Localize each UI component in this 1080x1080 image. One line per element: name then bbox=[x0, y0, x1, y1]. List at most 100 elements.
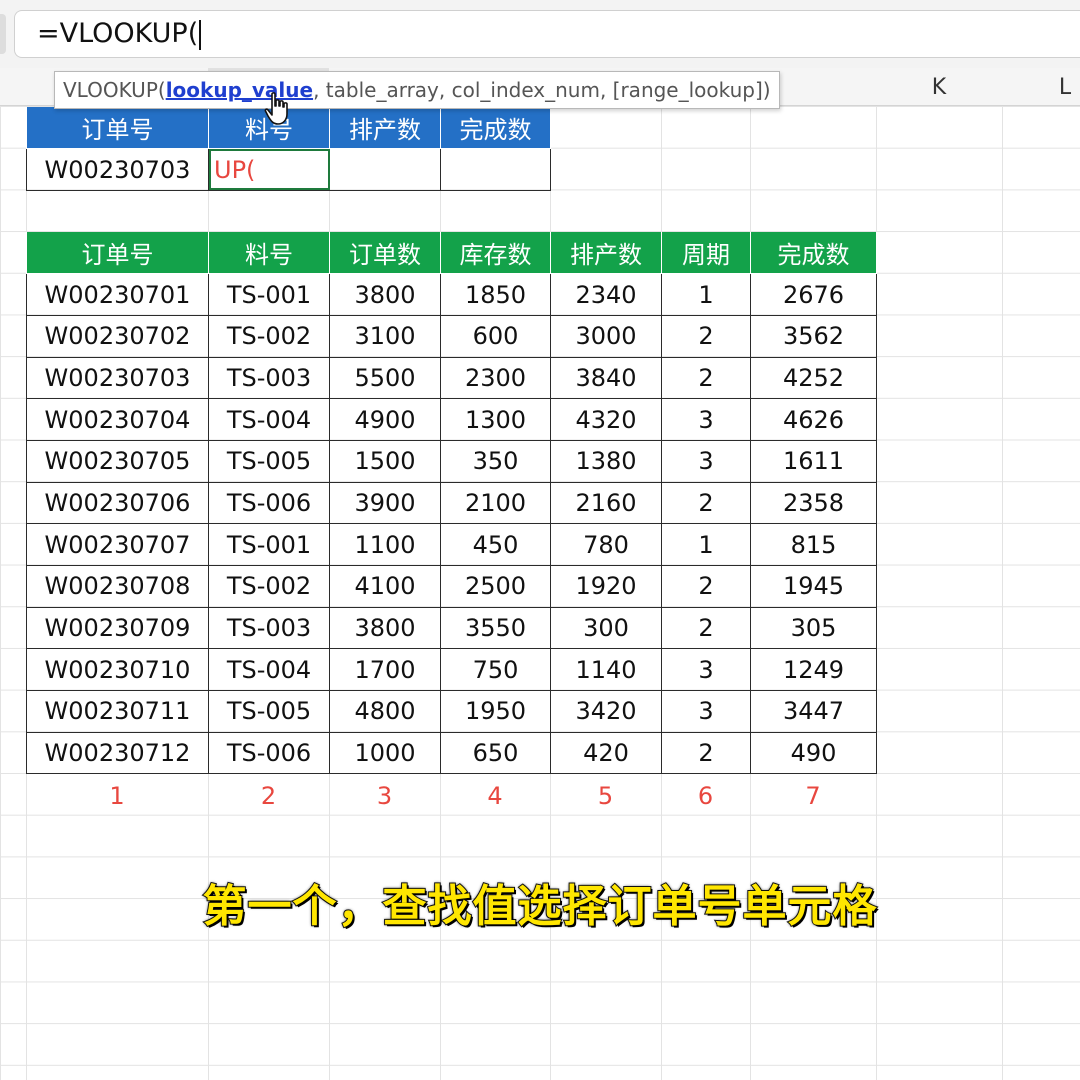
header-cell[interactable]: 完成数 bbox=[440, 107, 551, 150]
part-number-cell[interactable]: TS-006 bbox=[208, 731, 330, 775]
completed-qty-cell[interactable]: 815 bbox=[750, 523, 877, 566]
scheduled-qty-cell[interactable]: 1140 bbox=[550, 648, 662, 692]
stock-qty-cell[interactable]: 750 bbox=[440, 648, 551, 692]
part-number-cell[interactable]: TS-005 bbox=[208, 439, 330, 483]
completed-qty-cell[interactable]: 1249 bbox=[750, 648, 877, 692]
part-number-cell[interactable]: TS-001 bbox=[208, 273, 330, 316]
order-qty-cell[interactable]: 5500 bbox=[329, 356, 441, 400]
part-number-cell[interactable]: TS-002 bbox=[208, 565, 330, 608]
order-number-cell[interactable]: W00230704 bbox=[26, 398, 209, 441]
active-formula-cell[interactable]: UP( bbox=[208, 148, 330, 191]
order-qty-cell[interactable]: 1000 bbox=[329, 731, 441, 775]
stock-qty-cell[interactable]: 450 bbox=[440, 523, 551, 566]
cycle-cell[interactable]: 3 bbox=[661, 690, 751, 733]
header-cell[interactable]: 排产数 bbox=[550, 232, 662, 275]
header-cell[interactable]: 周期 bbox=[661, 232, 751, 275]
order-number-cell[interactable]: W00230709 bbox=[26, 606, 209, 650]
scheduled-qty-cell[interactable]: 3000 bbox=[550, 314, 662, 358]
header-cell[interactable]: 订单号 bbox=[26, 232, 209, 275]
stock-qty-cell[interactable]: 1950 bbox=[440, 690, 551, 733]
order-number-cell[interactable]: W00230711 bbox=[26, 690, 209, 733]
part-number-cell[interactable]: TS-001 bbox=[208, 523, 330, 566]
column-header-k[interactable]: K bbox=[876, 70, 1002, 106]
order-qty-cell[interactable]: 1700 bbox=[329, 648, 441, 692]
cycle-cell[interactable]: 2 bbox=[661, 481, 751, 525]
order-qty-cell[interactable]: 4100 bbox=[329, 565, 441, 608]
completed-qty-cell[interactable] bbox=[440, 148, 551, 191]
order-number-cell[interactable]: W00230710 bbox=[26, 648, 209, 692]
order-qty-cell[interactable]: 4900 bbox=[329, 398, 441, 441]
header-cell[interactable]: 订单数 bbox=[329, 232, 441, 275]
stock-qty-cell[interactable]: 350 bbox=[440, 439, 551, 483]
order-qty-cell[interactable]: 1500 bbox=[329, 439, 441, 483]
order-qty-cell[interactable]: 4800 bbox=[329, 690, 441, 733]
cycle-cell[interactable]: 2 bbox=[661, 731, 751, 775]
stock-qty-cell[interactable]: 1850 bbox=[440, 273, 551, 316]
stock-qty-cell[interactable]: 600 bbox=[440, 314, 551, 358]
tooltip-function-name[interactable]: VLOOKUP( bbox=[63, 78, 166, 102]
part-number-cell[interactable]: TS-003 bbox=[208, 356, 330, 400]
cycle-cell[interactable]: 2 bbox=[661, 565, 751, 608]
stock-qty-cell[interactable]: 2100 bbox=[440, 481, 551, 525]
completed-qty-cell[interactable]: 1945 bbox=[750, 565, 877, 608]
stock-qty-cell[interactable]: 650 bbox=[440, 731, 551, 775]
completed-qty-cell[interactable]: 2676 bbox=[750, 273, 877, 316]
part-number-cell[interactable]: TS-003 bbox=[208, 606, 330, 650]
order-number-cell[interactable]: W00230712 bbox=[26, 731, 209, 775]
completed-qty-cell[interactable]: 3562 bbox=[750, 314, 877, 358]
header-cell[interactable]: 库存数 bbox=[440, 232, 551, 275]
order-number-cell[interactable]: W00230708 bbox=[26, 565, 209, 608]
cycle-cell[interactable]: 1 bbox=[661, 523, 751, 566]
scheduled-qty-cell[interactable]: 420 bbox=[550, 731, 662, 775]
completed-qty-cell[interactable]: 4252 bbox=[750, 356, 877, 400]
cycle-cell[interactable]: 3 bbox=[661, 398, 751, 441]
name-box-edge[interactable] bbox=[0, 14, 6, 54]
order-number-cell[interactable]: W00230703 bbox=[26, 148, 209, 191]
cycle-cell[interactable]: 2 bbox=[661, 356, 751, 400]
header-cell[interactable]: 完成数 bbox=[750, 232, 877, 275]
stock-qty-cell[interactable]: 2500 bbox=[440, 565, 551, 608]
cycle-cell[interactable]: 3 bbox=[661, 648, 751, 692]
completed-qty-cell[interactable]: 1611 bbox=[750, 439, 877, 483]
completed-qty-cell[interactable]: 2358 bbox=[750, 481, 877, 525]
completed-qty-cell[interactable]: 4626 bbox=[750, 398, 877, 441]
scheduled-qty-cell[interactable]: 4320 bbox=[550, 398, 662, 441]
stock-qty-cell[interactable]: 1300 bbox=[440, 398, 551, 441]
column-header-l[interactable]: L bbox=[1002, 70, 1080, 106]
order-qty-cell[interactable]: 1100 bbox=[329, 523, 441, 566]
scheduled-qty-cell[interactable]: 780 bbox=[550, 523, 662, 566]
completed-qty-cell[interactable]: 305 bbox=[750, 606, 877, 650]
order-number-cell[interactable]: W00230707 bbox=[26, 523, 209, 566]
completed-qty-cell[interactable]: 3447 bbox=[750, 690, 877, 733]
header-cell[interactable]: 排产数 bbox=[329, 107, 441, 150]
scheduled-qty-cell[interactable] bbox=[329, 148, 441, 191]
stock-qty-cell[interactable]: 2300 bbox=[440, 356, 551, 400]
cycle-cell[interactable]: 2 bbox=[661, 606, 751, 650]
scheduled-qty-cell[interactable]: 1380 bbox=[550, 439, 662, 483]
order-number-cell[interactable]: W00230705 bbox=[26, 439, 209, 483]
order-qty-cell[interactable]: 3800 bbox=[329, 273, 441, 316]
tooltip-active-argument[interactable]: lookup_value bbox=[166, 78, 313, 102]
cycle-cell[interactable]: 3 bbox=[661, 439, 751, 483]
scheduled-qty-cell[interactable]: 2340 bbox=[550, 273, 662, 316]
scheduled-qty-cell[interactable]: 300 bbox=[550, 606, 662, 650]
order-qty-cell[interactable]: 3100 bbox=[329, 314, 441, 358]
header-cell[interactable]: 订单号 bbox=[26, 107, 209, 150]
formula-input[interactable]: =VLOOKUP( bbox=[14, 10, 1080, 58]
order-number-cell[interactable]: W00230703 bbox=[26, 356, 209, 400]
scheduled-qty-cell[interactable]: 3840 bbox=[550, 356, 662, 400]
order-number-cell[interactable]: W00230701 bbox=[26, 273, 209, 316]
header-cell[interactable]: 料号 bbox=[208, 232, 330, 275]
stock-qty-cell[interactable]: 3550 bbox=[440, 606, 551, 650]
part-number-cell[interactable]: TS-005 bbox=[208, 690, 330, 733]
cycle-cell[interactable]: 2 bbox=[661, 314, 751, 358]
order-qty-cell[interactable]: 3900 bbox=[329, 481, 441, 525]
part-number-cell[interactable]: TS-002 bbox=[208, 314, 330, 358]
scheduled-qty-cell[interactable]: 3420 bbox=[550, 690, 662, 733]
part-number-cell[interactable]: TS-004 bbox=[208, 398, 330, 441]
part-number-cell[interactable]: TS-006 bbox=[208, 481, 330, 525]
cycle-cell[interactable]: 1 bbox=[661, 273, 751, 316]
completed-qty-cell[interactable]: 490 bbox=[750, 731, 877, 775]
part-number-cell[interactable]: TS-004 bbox=[208, 648, 330, 692]
scheduled-qty-cell[interactable]: 1920 bbox=[550, 565, 662, 608]
